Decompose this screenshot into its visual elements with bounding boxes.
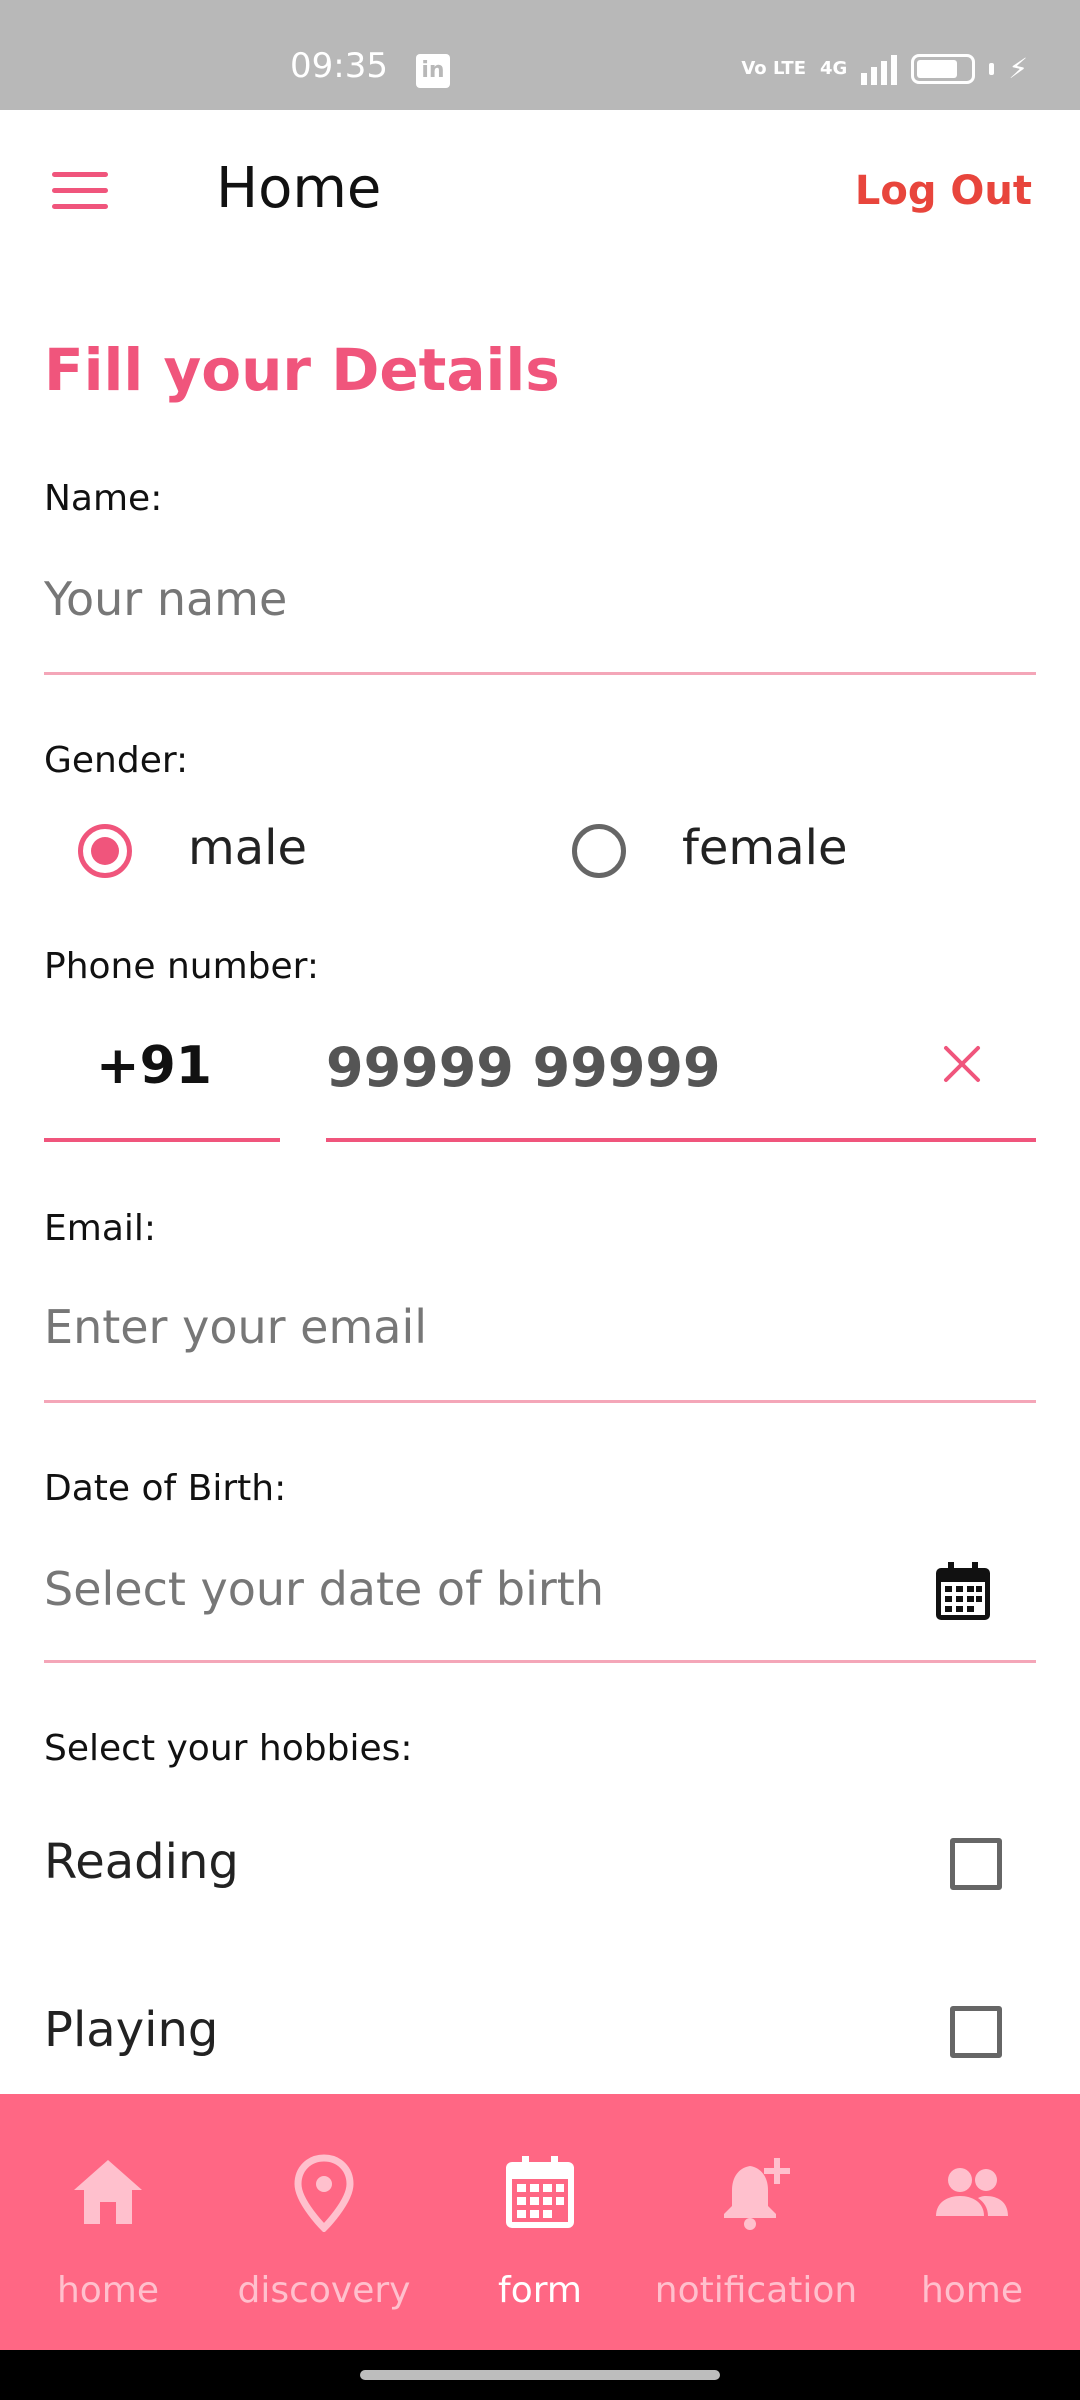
- radio-female[interactable]: [572, 824, 626, 878]
- nav-label: discovery: [237, 2270, 411, 2311]
- radio-male-label: male: [188, 820, 308, 876]
- location-pin-icon: [294, 2154, 354, 2232]
- nav-item-form[interactable]: form: [432, 2094, 648, 2350]
- linkedin-notification-icon: in: [416, 54, 450, 88]
- radio-male[interactable]: [78, 824, 132, 878]
- hobby-reading-checkbox[interactable]: [950, 1838, 1002, 1890]
- phone-label: Phone number:: [44, 946, 319, 987]
- nav-label: home: [56, 2270, 160, 2311]
- nav-label: form: [498, 2270, 582, 2311]
- status-time: 09:35: [290, 46, 388, 86]
- bottom-nav: home discovery form notification home: [0, 2094, 1080, 2350]
- name-input[interactable]: Your name: [44, 572, 287, 626]
- app-bar: Home Log Out: [0, 110, 1080, 280]
- status-bar: 09:35 in Vo LTE 4G ⚡: [0, 0, 1080, 110]
- hobby-playing-label: Playing: [44, 2002, 219, 2058]
- name-label: Name:: [44, 478, 163, 519]
- status-indicators: Vo LTE 4G ⚡: [741, 52, 1028, 85]
- nav-label: notification: [654, 2270, 858, 2311]
- page-title: Home: [216, 156, 382, 221]
- gender-label: Gender:: [44, 740, 189, 781]
- nav-item-people[interactable]: home: [864, 2094, 1080, 2350]
- calendar-icon: [506, 2156, 574, 2228]
- bell-add-icon: [724, 2158, 790, 2230]
- form-heading: Fill your Details: [44, 336, 560, 404]
- country-code-field[interactable]: +91: [96, 1036, 212, 1096]
- charging-icon: ⚡: [1008, 52, 1028, 85]
- radio-female-label: female: [682, 820, 848, 876]
- nav-label: home: [920, 2270, 1024, 2311]
- nav-item-notification[interactable]: notification: [648, 2094, 864, 2350]
- logout-button[interactable]: Log Out: [855, 168, 1032, 214]
- signal-icon: [861, 53, 898, 85]
- email-underline: [44, 1400, 1036, 1403]
- dob-underline: [44, 1660, 1036, 1663]
- phone-input[interactable]: 99999 99999: [326, 1036, 721, 1099]
- house-icon: [74, 2160, 142, 2224]
- menu-icon[interactable]: [52, 172, 116, 218]
- phone-underline: [326, 1138, 1036, 1142]
- volte-indicator: Vo LTE: [741, 57, 807, 79]
- hobby-reading-label: Reading: [44, 1834, 239, 1890]
- people-icon: [936, 2168, 1008, 2216]
- nav-item-home[interactable]: home: [0, 2094, 216, 2350]
- clear-icon[interactable]: [940, 1042, 984, 1086]
- dob-input[interactable]: Select your date of birth: [44, 1562, 604, 1616]
- nav-item-discovery[interactable]: discovery: [216, 2094, 432, 2350]
- email-label: Email:: [44, 1208, 157, 1249]
- battery-tip: [989, 62, 995, 75]
- name-underline: [44, 672, 1036, 675]
- system-navigation-bar: [0, 2350, 1080, 2400]
- dob-label: Date of Birth:: [44, 1468, 287, 1509]
- calendar-icon[interactable]: [934, 1562, 992, 1622]
- gesture-handle[interactable]: [360, 2370, 720, 2380]
- email-input[interactable]: Enter your email: [44, 1300, 427, 1354]
- network-type: 4G: [820, 57, 848, 79]
- hobbies-label: Select your hobbies:: [44, 1728, 413, 1769]
- country-code-underline: [44, 1138, 280, 1142]
- battery-icon: [911, 53, 976, 84]
- hobby-playing-checkbox[interactable]: [950, 2006, 1002, 2058]
